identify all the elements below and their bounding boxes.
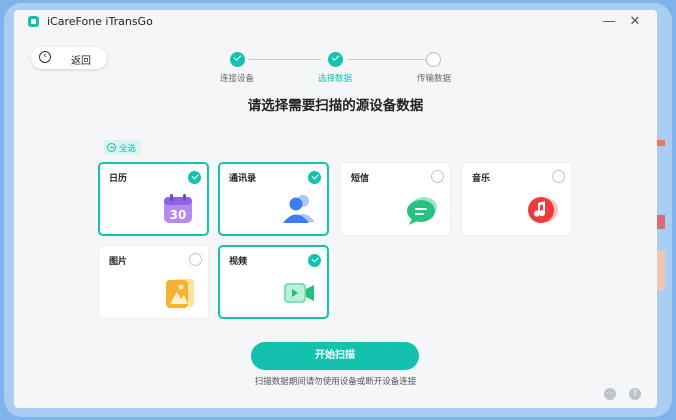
minimize-button[interactable]: — xyxy=(600,13,618,31)
close-button[interactable]: ✕ xyxy=(626,13,644,31)
unchecked-icon[interactable] xyxy=(552,170,565,183)
contacts-icon xyxy=(283,195,315,223)
messages-icon xyxy=(407,197,437,225)
scan-hint-text: 扫描数据期间请勿使用设备或断开设备连接 xyxy=(254,377,417,387)
checked-icon[interactable] xyxy=(308,254,321,267)
app-title: iCareFone iTransGo xyxy=(47,15,153,28)
category-label: 通讯录 xyxy=(229,174,257,184)
unchecked-icon[interactable] xyxy=(431,170,444,183)
checked-icon[interactable] xyxy=(188,171,201,184)
calendar-icon-text: 30 xyxy=(170,208,187,222)
music-icon xyxy=(528,197,558,223)
deselect-all-icon xyxy=(107,143,116,152)
page-title: 请选择需要扫描的源设备数据 xyxy=(247,98,424,114)
category-label: 视频 xyxy=(229,257,248,267)
category-label: 音乐 xyxy=(472,174,491,184)
step-2-done-icon xyxy=(328,52,343,67)
step-1-done-icon xyxy=(230,52,245,67)
step-connector xyxy=(347,59,426,60)
app-logo-icon xyxy=(28,16,39,27)
back-arrow-icon: ‹ xyxy=(39,51,51,63)
app-window: iCareFone iTransGo — ✕ ‹ 返回 连接设备 选择数据 传输… xyxy=(14,10,657,408)
start-scan-button[interactable]: 开始扫描 xyxy=(251,342,419,370)
step-connector xyxy=(249,59,321,60)
photos-icon xyxy=(166,279,194,308)
category-label: 短信 xyxy=(351,174,370,184)
feedback-icon[interactable]: ··· xyxy=(604,388,616,400)
category-card-photos[interactable]: 图片 xyxy=(98,245,209,319)
category-card-contacts[interactable]: 通讯录 xyxy=(218,162,329,236)
back-button[interactable]: ‹ 返回 xyxy=(31,47,107,69)
background-window-edge xyxy=(657,140,665,305)
title-bar: iCareFone iTransGo — ✕ xyxy=(14,10,657,36)
step-1-label: 连接设备 xyxy=(219,74,254,84)
checked-icon[interactable] xyxy=(308,171,321,184)
back-button-label: 返回 xyxy=(71,56,91,67)
category-card-calendar[interactable]: 日历 30 xyxy=(98,162,209,236)
select-all-button[interactable]: 全选 xyxy=(104,140,141,155)
category-card-music[interactable]: 音乐 xyxy=(461,162,572,236)
step-3-pending-icon xyxy=(426,52,441,67)
category-card-messages[interactable]: 短信 xyxy=(340,162,451,236)
calendar-icon: 30 xyxy=(164,194,192,223)
category-label: 图片 xyxy=(109,257,128,267)
step-2-label: 选择数据 xyxy=(317,74,352,84)
unchecked-icon[interactable] xyxy=(189,253,202,266)
category-card-video[interactable]: 视频 xyxy=(218,245,329,319)
category-label: 日历 xyxy=(109,174,128,184)
help-icon[interactable]: ? xyxy=(629,388,641,400)
step-3-label: 传输数据 xyxy=(416,74,451,84)
select-all-label: 全选 xyxy=(119,144,137,154)
video-icon xyxy=(284,283,314,303)
